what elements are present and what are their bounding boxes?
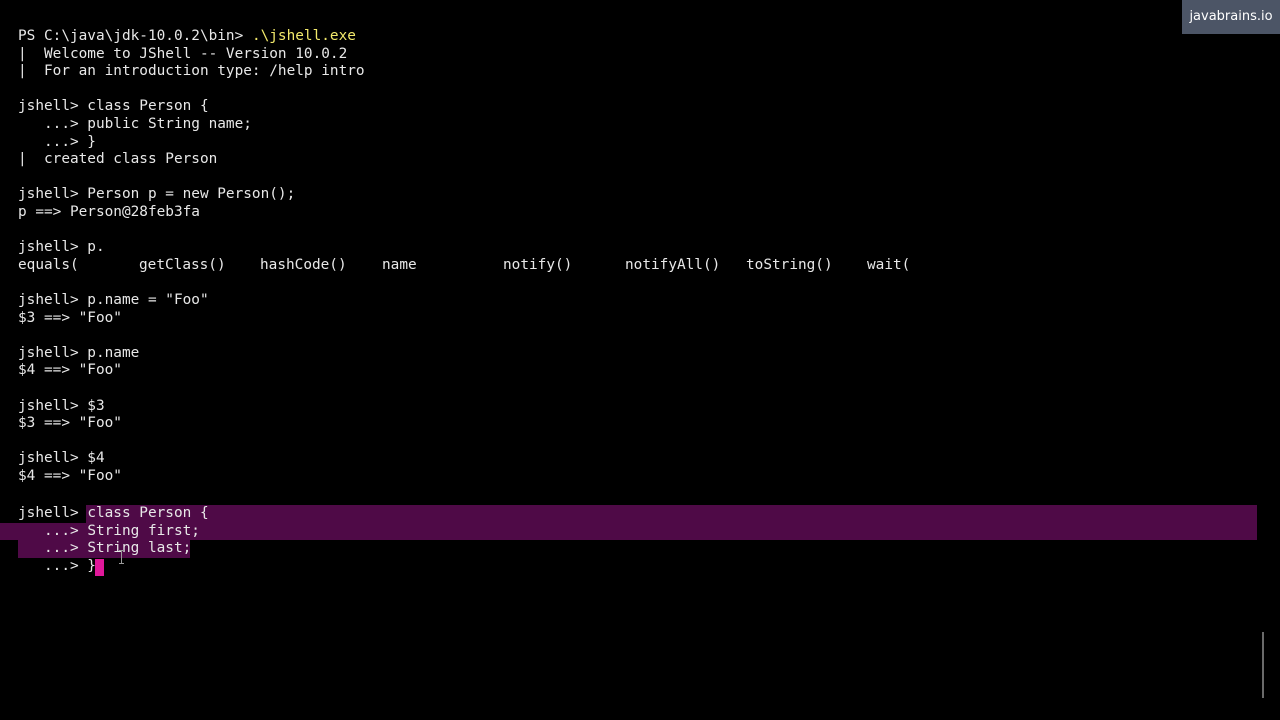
new-person-input: jshell> Person p = new Person(); xyxy=(18,186,296,203)
text-cursor xyxy=(95,559,104,576)
completion-item: getClass() xyxy=(139,256,226,273)
powershell-command: .\jshell.exe xyxy=(251,28,356,44)
completion-item: name xyxy=(382,256,417,273)
class-created-message: | created class Person xyxy=(18,151,218,168)
intro-message: | For an introduction type: /help intro xyxy=(18,63,365,80)
var3-output: $3 ==> "Foo" xyxy=(18,415,122,432)
selected-code: String first; xyxy=(87,522,200,539)
selection-highlight-line1 xyxy=(86,505,1257,523)
completion-item: notifyAll() xyxy=(625,256,721,273)
brand-badge: javabrains.io xyxy=(1182,0,1280,34)
jshell-prompt: jshell> xyxy=(18,505,88,521)
class2-line-2: ...> String first; xyxy=(18,523,200,541)
terminal-window[interactable]: PS C:\java\jdk-10.0.2\bin> .\jshell.exe … xyxy=(0,0,1280,720)
completion-item: equals( xyxy=(18,256,79,273)
continuation-prompt: ...> xyxy=(18,522,88,539)
selected-code: class Person { xyxy=(87,505,209,521)
assign-output: $3 ==> "Foo" xyxy=(18,309,122,326)
scrollbar-thumb[interactable] xyxy=(1262,632,1264,698)
var3-input: jshell> $3 xyxy=(18,397,105,414)
powershell-prompt: PS C:\java\jdk-10.0.2\bin> xyxy=(18,28,252,44)
completion-list: equals( getClass() hashCode() name notif… xyxy=(18,257,1018,275)
powershell-prompt-line: PS C:\java\jdk-10.0.2\bin> .\jshell.exe xyxy=(18,28,356,46)
class-def-line-3: ...> } xyxy=(18,133,96,150)
assign-input: jshell> p.name = "Foo" xyxy=(18,292,209,308)
class2-line-1: jshell> class Person { xyxy=(18,505,209,523)
completion-item: hashCode() xyxy=(260,256,347,273)
completion-item: wait( xyxy=(867,256,911,273)
class2-line-4: ...> } xyxy=(18,557,96,574)
class2-line-3: ...> String last; xyxy=(18,540,191,558)
new-person-output: p ==> Person@28feb3fa xyxy=(18,204,200,220)
class-def-line-1: jshell> class Person { xyxy=(18,98,209,115)
completion-input: jshell> p. xyxy=(18,239,105,256)
read-name-input: jshell> p.name xyxy=(18,344,140,361)
completion-item: toString() xyxy=(746,256,833,273)
class-def-line-2: ...> public String name; xyxy=(18,116,252,132)
selected-code: String last; xyxy=(87,540,192,557)
var4-output: $4 ==> "Foo" xyxy=(18,468,122,484)
continuation-prompt: ...> xyxy=(18,540,88,557)
ibeam-pointer-icon xyxy=(119,550,124,564)
completion-item: notify() xyxy=(503,256,573,273)
read-name-output: $4 ==> "Foo" xyxy=(18,362,122,379)
welcome-message: | Welcome to JShell -- Version 10.0.2 xyxy=(18,45,348,62)
var4-input: jshell> $4 xyxy=(18,450,105,467)
